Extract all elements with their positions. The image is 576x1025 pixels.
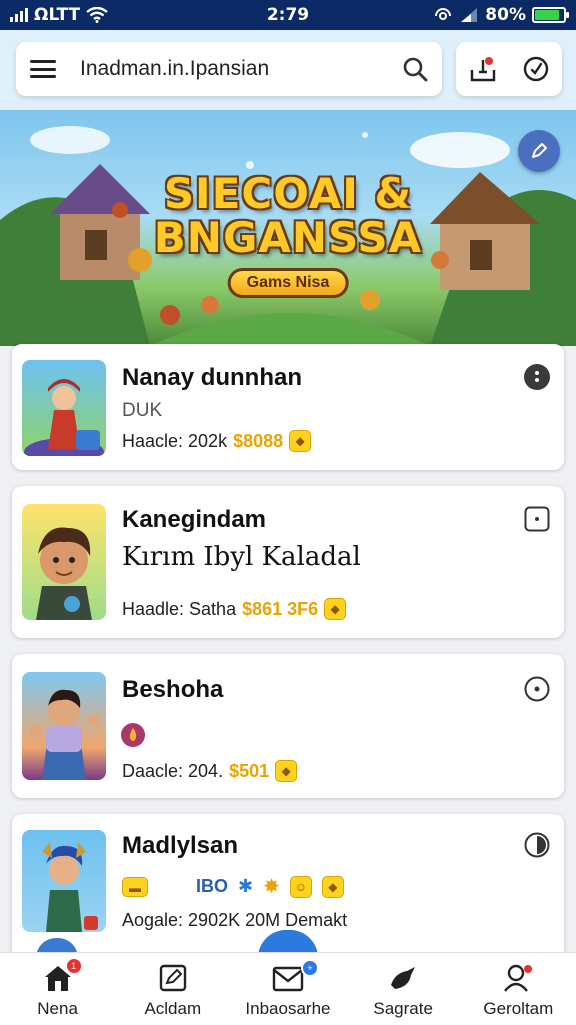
game-card[interactable]: Beshoha Daacle: 204. $501 ◆ bbox=[12, 654, 564, 798]
profile-icon bbox=[504, 964, 533, 992]
game-title: Nanay dunnhan bbox=[122, 364, 303, 391]
nav-label: Geroltam bbox=[483, 999, 554, 1018]
wifi-icon bbox=[86, 7, 108, 23]
stats-label: Aogale: 2902K 20M Demakt bbox=[122, 910, 348, 930]
banner-title: SIECOAI & BNGANSSA bbox=[0, 172, 576, 260]
hotspot-icon bbox=[435, 8, 452, 20]
game-thumbnail bbox=[22, 830, 106, 932]
status-icon[interactable] bbox=[524, 676, 550, 702]
game-card[interactable]: Nanay dunnhan DUK Haacle: 202k $8088 ◆ bbox=[12, 344, 564, 470]
banner-subtitle: Gams Nisa bbox=[227, 268, 349, 298]
stats-label: Haadle: Satha bbox=[122, 598, 237, 619]
status-left: ΩLTT bbox=[10, 5, 108, 25]
smile-icon: ☺ bbox=[289, 875, 312, 898]
mail-icon bbox=[272, 966, 304, 992]
cell-signal-icon bbox=[461, 8, 478, 22]
stats-label: Haacle: 202k bbox=[122, 430, 228, 451]
nav-share[interactable]: Sagrate bbox=[348, 953, 458, 1019]
pencil-icon bbox=[532, 143, 547, 158]
header-actions bbox=[456, 42, 562, 96]
coin-icon: ◆ bbox=[324, 598, 347, 620]
coin-icon: ▬ bbox=[122, 876, 148, 897]
select-icon[interactable] bbox=[524, 506, 550, 532]
nav-label: Nena bbox=[37, 999, 78, 1018]
banner-title-line1: SIECOAI & bbox=[163, 169, 413, 218]
clock: 2:79 bbox=[266, 5, 310, 25]
status-bar: ΩLTT 2:79 80% bbox=[0, 0, 576, 30]
game-developer: DUK bbox=[122, 400, 163, 421]
more-options-icon[interactable] bbox=[524, 364, 550, 390]
coin-icon: ◆ bbox=[289, 430, 312, 452]
battery-fill bbox=[535, 10, 559, 20]
banner-title-line2: BNGANSSA bbox=[153, 213, 423, 262]
search-input[interactable]: Inadman.in.Ipansian bbox=[80, 57, 402, 81]
game-title: Kanegindam bbox=[122, 506, 267, 533]
menu-icon[interactable] bbox=[30, 60, 56, 78]
signal-icon bbox=[10, 8, 28, 22]
game-title: Madlylsan bbox=[122, 832, 239, 859]
edit-icon bbox=[159, 964, 186, 992]
game-price: $8088 bbox=[233, 430, 284, 451]
nav-home[interactable]: 1 Nena bbox=[3, 953, 113, 1019]
game-thumbnail bbox=[22, 360, 106, 456]
nav-label: Inbaosarhe bbox=[245, 999, 331, 1018]
game-thumbnail bbox=[22, 504, 106, 620]
battery-icon bbox=[532, 7, 569, 23]
game-card[interactable]: Kanegindam Kırım Ibyl Kaladal Haadle: Sa… bbox=[12, 486, 564, 638]
coin-icon: ◆ bbox=[321, 875, 344, 898]
toggle-icon[interactable] bbox=[524, 832, 550, 858]
notification-badge: 1 bbox=[64, 957, 83, 975]
search-bar[interactable]: Inadman.in.Ipansian bbox=[16, 42, 442, 96]
game-thumbnail bbox=[22, 672, 106, 780]
battery-percent: 80% bbox=[485, 5, 526, 25]
search-icon[interactable] bbox=[402, 56, 428, 82]
game-banner[interactable]: SIECOAI & BNGANSSA Gams Nisa bbox=[0, 110, 576, 346]
notification-badge: + bbox=[300, 959, 319, 977]
nav-add[interactable]: Acldam bbox=[118, 953, 228, 1019]
status-right: 80% bbox=[433, 5, 569, 25]
nav-label: Acldam bbox=[144, 999, 202, 1018]
bird-icon bbox=[391, 967, 416, 989]
bottom-nav: 1 Nena Acldam + Inbaosarhe Sagrate Gerol… bbox=[0, 952, 576, 1025]
game-price: $501 bbox=[229, 760, 270, 781]
edit-button[interactable] bbox=[518, 130, 560, 172]
flame-icon bbox=[121, 723, 145, 747]
star-icon: ✸ bbox=[263, 876, 280, 898]
nav-profile[interactable]: Geroltam bbox=[463, 953, 573, 1019]
coin-icon: ◆ bbox=[275, 760, 298, 782]
game-title: Beshoha bbox=[122, 676, 224, 703]
game-developer: Kırım Ibyl Kaladal bbox=[122, 542, 361, 572]
game-price: $861 3F6 bbox=[242, 598, 319, 619]
timer-icon[interactable] bbox=[521, 54, 551, 84]
game-stats: Aogale: 2902K 20M Demakt bbox=[122, 910, 347, 931]
top-header: Inadman.in.Ipansian bbox=[0, 30, 576, 110]
notification-icon[interactable] bbox=[468, 54, 498, 84]
game-stats: Daacle: 204. $501 ◆ bbox=[122, 760, 298, 782]
carrier-label: ΩLTT bbox=[34, 5, 81, 25]
game-badge-text: IBO bbox=[196, 876, 229, 896]
game-stats: Haacle: 202k $8088 ◆ bbox=[122, 430, 312, 452]
game-badges: ▬ IBO ✱ ✸ ☺ ◆ bbox=[122, 874, 344, 899]
nav-label: Sagrate bbox=[373, 999, 433, 1018]
nav-inbox[interactable]: + Inbaosarhe bbox=[233, 953, 343, 1019]
gear-icon: ✱ bbox=[238, 876, 254, 896]
game-stats: Haadle: Satha $861 3F6 ◆ bbox=[122, 598, 347, 620]
stats-label: Daacle: 204. bbox=[122, 760, 224, 781]
